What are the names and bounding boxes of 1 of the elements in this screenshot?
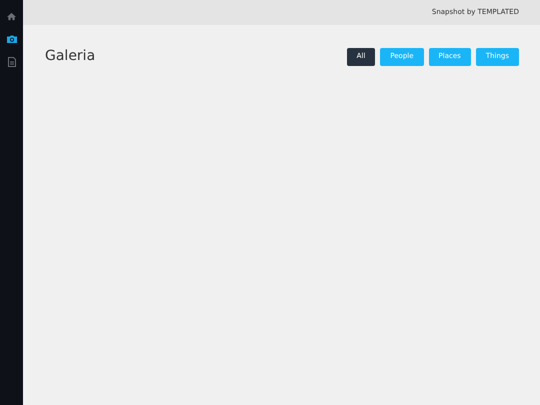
page-title: Galeria bbox=[45, 47, 96, 66]
